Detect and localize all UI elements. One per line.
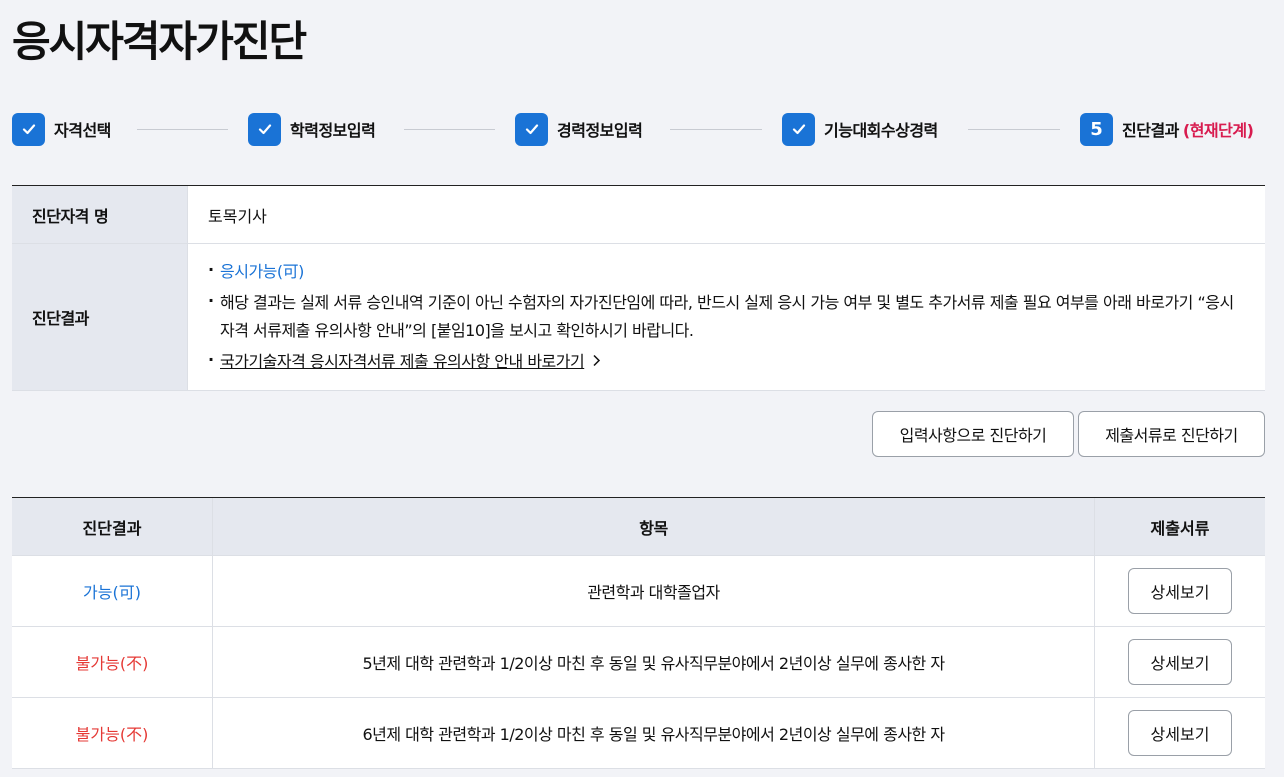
step-number: 5 <box>1080 112 1113 146</box>
check-icon <box>782 112 815 146</box>
table-row: 불가능(不) 5년제 대학 관련학과 1/2이상 마친 후 동일 및 유사직무분… <box>12 627 1265 698</box>
step-label: 기능대회수상경력 <box>824 121 938 140</box>
detail-button[interactable]: 상세보기 <box>1128 568 1232 614</box>
step-1: 자격선택 <box>12 112 111 146</box>
step-3: 경력정보입력 <box>515 112 643 146</box>
step-indicator: 자격선택 학력정보입력 경력정보입력 기능대회수상경력 5 진단결과 (현재단계) <box>12 112 1264 146</box>
table-row: 가능(可) 관련학과 대학졸업자 상세보기 <box>12 556 1265 627</box>
result-content: 응시가능(可) 해당 결과는 실제 서류 승인내역 기준이 아닌 수험자의 자가… <box>187 244 1265 390</box>
step-2: 학력정보입력 <box>248 112 376 146</box>
check-icon <box>12 112 45 146</box>
step-4: 기능대회수상경력 <box>782 112 938 146</box>
qual-name-row: 진단자격 명 토목기사 <box>12 186 1265 244</box>
check-icon <box>515 112 548 146</box>
header-item: 항목 <box>212 498 1094 555</box>
diagnose-by-input-button[interactable]: 입력사항으로 진단하기 <box>872 411 1074 457</box>
row-item: 6년제 대학 관련학과 1/2이상 마친 후 동일 및 유사직무분야에서 2년이… <box>212 698 1094 768</box>
step-connector <box>404 129 495 130</box>
guide-link-item: 국가기술자격 응시자격서류 제출 유의사항 안내 바로가기 <box>208 346 1245 376</box>
qual-name-label: 진단자격 명 <box>12 186 187 243</box>
step-label: 학력정보입력 <box>290 121 376 140</box>
table-row: 불가능(不) 6년제 대학 관련학과 1/2이상 마친 후 동일 및 유사직무분… <box>12 698 1265 769</box>
chevron-right-icon <box>592 348 601 376</box>
check-icon <box>248 112 281 146</box>
result-table: 진단결과 항목 제출서류 가능(可) 관련학과 대학졸업자 상세보기 불가능(不… <box>12 497 1265 769</box>
result-label: 진단결과 <box>12 244 187 390</box>
current-step-marker: (현재단계) <box>1182 121 1254 140</box>
detail-button[interactable]: 상세보기 <box>1128 710 1232 756</box>
step-label: 진단결과 (현재단계) <box>1122 121 1254 140</box>
row-docs: 상세보기 <box>1094 698 1265 768</box>
row-item: 관련학과 대학졸업자 <box>212 556 1094 626</box>
header-docs: 제출서류 <box>1094 498 1265 555</box>
row-result: 가능(可) <box>83 583 141 602</box>
step-connector <box>968 129 1060 130</box>
table-header: 진단결과 항목 제출서류 <box>12 498 1265 556</box>
qual-name-value: 토목기사 <box>187 186 1265 243</box>
guide-link[interactable]: 국가기술자격 응시자격서류 제출 유의사항 안내 바로가기 <box>220 352 585 371</box>
row-result: 불가능(不) <box>75 654 149 673</box>
diagnosis-info-table: 진단자격 명 토목기사 진단결과 응시가능(可) 해당 결과는 실제 서류 승인… <box>12 185 1265 391</box>
step-5-current: 5 진단결과 (현재단계) <box>1080 112 1254 146</box>
header-result: 진단결과 <box>82 518 142 538</box>
result-list: 응시가능(可) 해당 결과는 실제 서류 승인내역 기준이 아닌 수험자의 자가… <box>208 244 1265 379</box>
diagnose-by-docs-button[interactable]: 제출서류로 진단하기 <box>1078 411 1265 457</box>
result-status: 응시가능(可) <box>208 256 1245 286</box>
page-title: 응시자격자가진단 <box>12 17 307 66</box>
step-label: 자격선택 <box>54 121 111 140</box>
row-docs: 상세보기 <box>1094 556 1265 626</box>
step-connector <box>137 129 228 130</box>
step-connector <box>670 129 762 130</box>
detail-button[interactable]: 상세보기 <box>1128 639 1232 685</box>
row-result: 불가능(不) <box>75 725 149 744</box>
step-label: 경력정보입력 <box>557 121 643 140</box>
result-row: 진단결과 응시가능(可) 해당 결과는 실제 서류 승인내역 기준이 아닌 수험… <box>12 244 1265 391</box>
result-notice: 해당 결과는 실제 서류 승인내역 기준이 아닌 수험자의 자가진단임에 따라,… <box>208 287 1245 345</box>
row-item: 5년제 대학 관련학과 1/2이상 마친 후 동일 및 유사직무분야에서 2년이… <box>212 627 1094 697</box>
row-docs: 상세보기 <box>1094 627 1265 697</box>
